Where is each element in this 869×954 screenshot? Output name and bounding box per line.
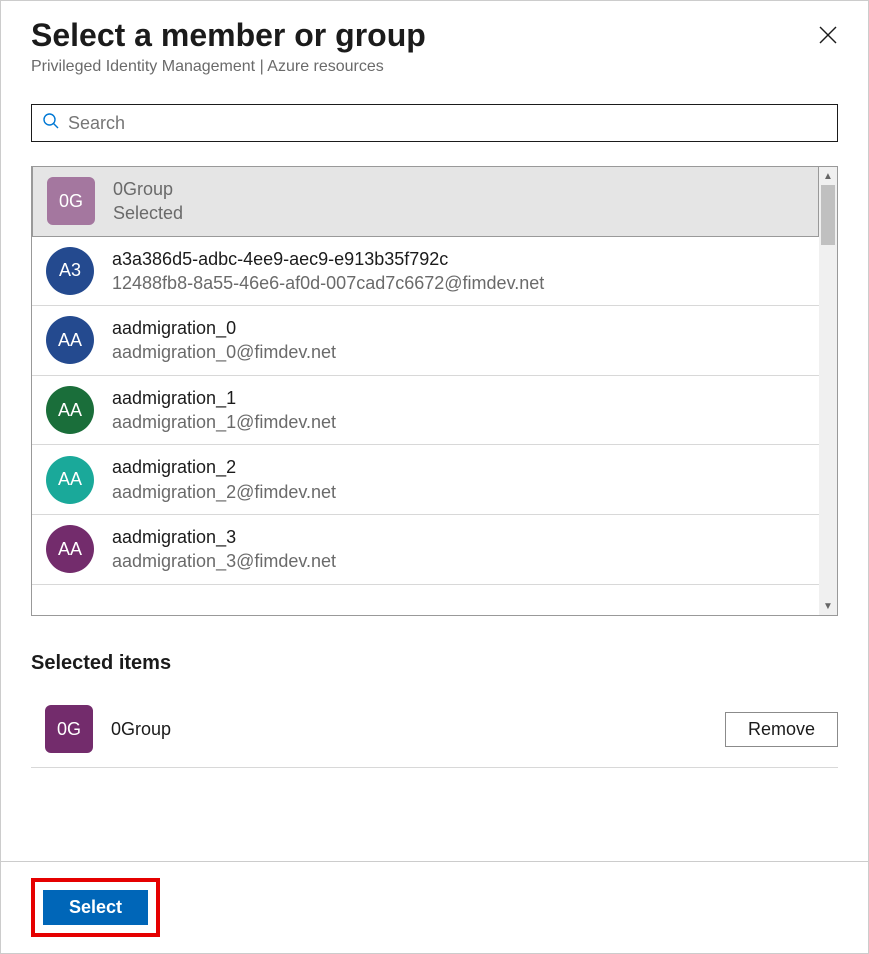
list-item[interactable]: 0G 0Group Selected — [32, 167, 819, 237]
panel-footer: Select — [1, 861, 868, 953]
item-secondary: aadmigration_3@fimdev.net — [112, 549, 336, 573]
panel-header: Select a member or group Privileged Iden… — [1, 1, 868, 84]
scroll-thumb[interactable] — [821, 185, 835, 245]
item-primary: aadmigration_2 — [112, 455, 336, 479]
search-input[interactable] — [68, 113, 827, 134]
item-text: aadmigration_0 aadmigration_0@fimdev.net — [112, 316, 336, 365]
list-item[interactable]: AA aadmigration_0 aadmigration_0@fimdev.… — [32, 306, 819, 376]
scroll-track[interactable] — [819, 185, 837, 597]
avatar: AA — [46, 456, 94, 504]
remove-button[interactable]: Remove — [725, 712, 838, 747]
avatar: AA — [46, 386, 94, 434]
selected-title: Selected items — [31, 652, 838, 675]
close-icon[interactable] — [818, 25, 838, 45]
select-highlight: Select — [31, 878, 160, 937]
selected-item-name: 0Group — [111, 719, 725, 740]
list-item[interactable]: A3 a3a386d5-adbc-4ee9-aec9-e913b35f792c … — [32, 237, 819, 307]
item-text: aadmigration_3 aadmigration_3@fimdev.net — [112, 525, 336, 574]
member-list-container: 0G 0Group Selected A3 a3a386d5-adbc-4ee9… — [31, 166, 838, 616]
item-primary: aadmigration_1 — [112, 386, 336, 410]
selected-item: 0G 0Group Remove — [31, 699, 838, 768]
avatar: 0G — [47, 177, 95, 225]
member-list: 0G 0Group Selected A3 a3a386d5-adbc-4ee9… — [32, 167, 819, 615]
list-item[interactable]: AA aadmigration_3 aadmigration_3@fimdev.… — [32, 515, 819, 585]
selected-section: Selected items 0G 0Group Remove — [31, 652, 838, 768]
panel-subtitle: Privileged Identity Management | Azure r… — [31, 58, 838, 76]
scroll-up-icon[interactable]: ▲ — [819, 167, 837, 185]
item-secondary: aadmigration_1@fimdev.net — [112, 410, 336, 434]
scrollbar[interactable]: ▲ ▼ — [819, 167, 837, 615]
item-secondary: 12488fb8-8a55-46e6-af0d-007cad7c6672@fim… — [112, 271, 544, 295]
item-primary: aadmigration_3 — [112, 525, 336, 549]
item-secondary: aadmigration_0@fimdev.net — [112, 340, 336, 364]
search-box[interactable] — [31, 104, 838, 142]
item-text: aadmigration_1 aadmigration_1@fimdev.net — [112, 386, 336, 435]
select-button[interactable]: Select — [43, 890, 148, 925]
item-primary: 0Group — [113, 177, 183, 201]
item-text: 0Group Selected — [113, 177, 183, 226]
item-primary: a3a386d5-adbc-4ee9-aec9-e913b35f792c — [112, 247, 544, 271]
item-secondary: Selected — [113, 201, 183, 225]
list-item[interactable]: AA aadmigration_2 aadmigration_2@fimdev.… — [32, 445, 819, 515]
scroll-down-icon[interactable]: ▼ — [819, 597, 837, 615]
avatar: A3 — [46, 247, 94, 295]
avatar: 0G — [45, 705, 93, 753]
list-item[interactable]: AA aadmigration_1 aadmigration_1@fimdev.… — [32, 376, 819, 446]
panel-title: Select a member or group — [31, 17, 838, 54]
avatar: AA — [46, 525, 94, 573]
avatar: AA — [46, 316, 94, 364]
item-primary: aadmigration_0 — [112, 316, 336, 340]
search-icon — [42, 112, 60, 135]
item-secondary: aadmigration_2@fimdev.net — [112, 480, 336, 504]
item-text: a3a386d5-adbc-4ee9-aec9-e913b35f792c 124… — [112, 247, 544, 296]
item-text: aadmigration_2 aadmigration_2@fimdev.net — [112, 455, 336, 504]
